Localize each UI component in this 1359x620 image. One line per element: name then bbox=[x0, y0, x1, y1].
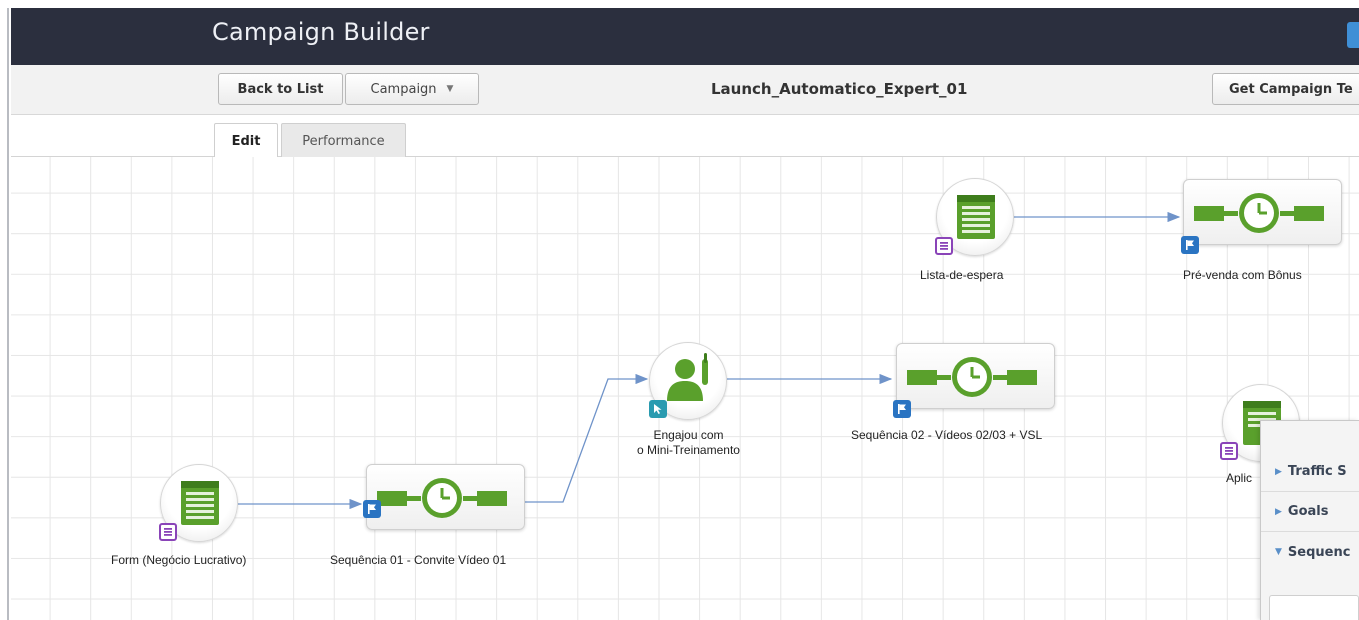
tab-bar: Edit Performance bbox=[11, 115, 1359, 159]
form-badge-icon bbox=[1220, 442, 1238, 460]
back-to-list-button[interactable]: Back to List bbox=[218, 73, 343, 105]
engaged-goal-label-line1: Engajou com bbox=[653, 428, 724, 442]
sequence-timer-icon bbox=[1194, 193, 1324, 233]
triangle-right-icon: ▶ bbox=[1275, 506, 1282, 517]
sequence-02-label: Sequência 02 - Vídeos 02/03 + VSL bbox=[851, 428, 1043, 442]
prevenda-box[interactable] bbox=[1183, 179, 1342, 245]
flag-icon bbox=[893, 400, 911, 418]
window-left-edge bbox=[0, 8, 9, 620]
get-campaign-template-button[interactable]: Get Campaign Te bbox=[1212, 73, 1359, 105]
caret-down-icon: ▼ bbox=[446, 84, 454, 94]
lista-node-label: Lista-de-espera bbox=[920, 268, 1004, 282]
flag-icon bbox=[1181, 236, 1199, 254]
campaign-canvas[interactable]: Form (Negócio Lucrativo) Sequência 01 - … bbox=[11, 157, 1359, 620]
form-badge-icon bbox=[935, 237, 953, 255]
panel-item-sequences[interactable]: ▼ Sequenc bbox=[1261, 532, 1359, 572]
panel-item-traffic-sources[interactable]: ▶ Traffic S bbox=[1261, 452, 1359, 492]
header-action-button[interactable] bbox=[1347, 22, 1359, 48]
campaign-dropdown[interactable]: Campaign ▼ bbox=[345, 73, 479, 105]
flag-icon bbox=[363, 500, 381, 518]
triangle-down-icon: ▼ bbox=[1275, 547, 1282, 557]
tab-edit[interactable]: Edit bbox=[214, 123, 278, 159]
tab-performance[interactable]: Performance bbox=[281, 123, 406, 158]
sequence-timer-icon bbox=[907, 357, 1037, 397]
panel-item-label: Sequenc bbox=[1287, 544, 1351, 560]
campaign-name: Launch_Automatico_Expert_01 bbox=[711, 80, 968, 98]
engaged-goal-label: Engajou com o Mini-Treinamento bbox=[616, 428, 761, 458]
triangle-right-icon: ▶ bbox=[1275, 466, 1282, 477]
campaign-dropdown-label: Campaign bbox=[370, 81, 437, 97]
sequence-02-box[interactable] bbox=[896, 343, 1055, 409]
sequence-01-label: Sequência 01 - Convite Vídeo 01 bbox=[330, 553, 507, 567]
form-node-label: Form (Negócio Lucrativo) bbox=[111, 553, 247, 567]
app-header: Campaign Builder bbox=[11, 8, 1359, 65]
panel-content-box bbox=[1269, 595, 1359, 620]
panel-item-label: Traffic S bbox=[1287, 464, 1347, 479]
panel-item-goals[interactable]: ▶ Goals bbox=[1261, 492, 1359, 532]
toolbar: Back to List Campaign ▼ Launch_Automatic… bbox=[11, 65, 1359, 115]
sequence-timer-icon bbox=[377, 478, 507, 518]
panel-item-label: Goals bbox=[1287, 504, 1329, 519]
engaged-goal-label-line2: o Mini-Treinamento bbox=[637, 443, 740, 457]
sequence-01-box[interactable] bbox=[366, 464, 525, 530]
page-title: Campaign Builder bbox=[212, 18, 430, 46]
form-badge-icon bbox=[159, 523, 177, 541]
click-badge-icon bbox=[649, 400, 667, 418]
prevenda-label: Pré-venda com Bônus bbox=[1183, 268, 1302, 282]
window-top-edge bbox=[0, 0, 1359, 8]
elements-panel: ▶ Traffic S ▶ Goals ▼ Sequenc bbox=[1260, 420, 1359, 620]
aplic-node-label: Aplic bbox=[1226, 471, 1253, 485]
